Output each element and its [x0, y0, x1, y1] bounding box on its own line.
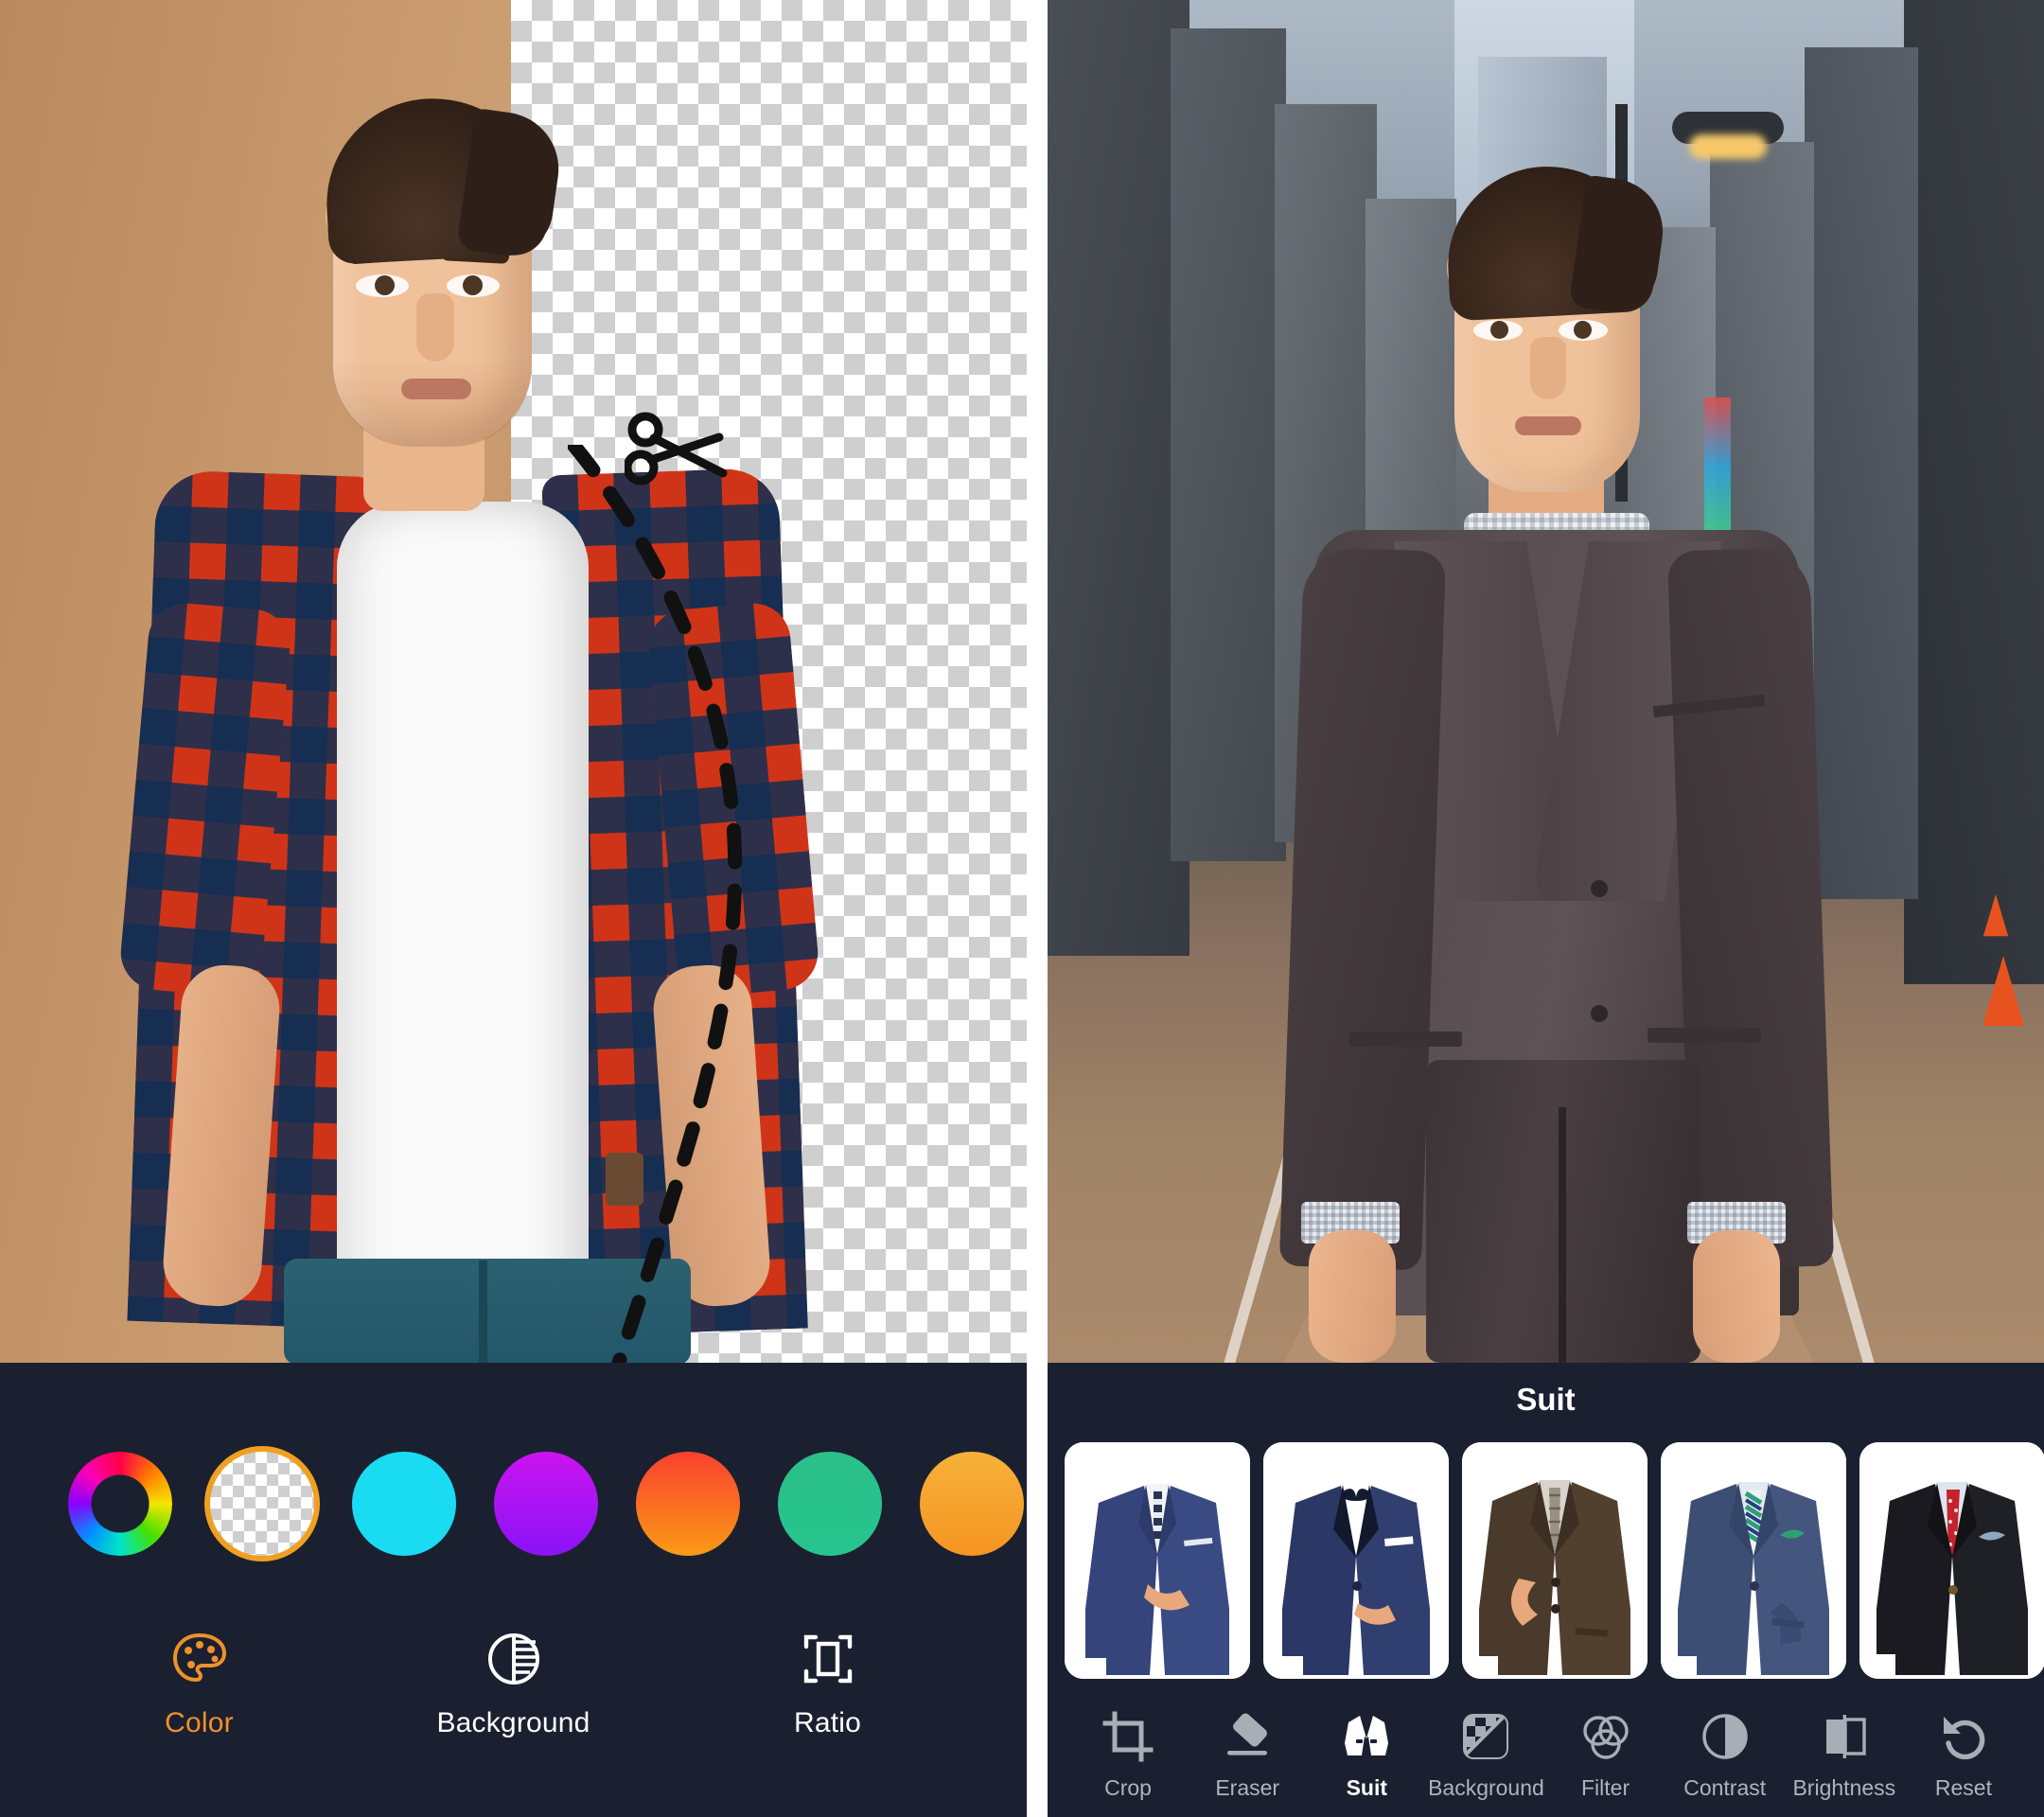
- traffic-cone-near: [1982, 956, 2024, 1026]
- tool-contrast[interactable]: Contrast: [1665, 1707, 1785, 1801]
- shirt-leather-tag: [606, 1153, 643, 1206]
- eraser-icon: [1222, 1707, 1273, 1766]
- tool-contrast-label: Contrast: [1683, 1775, 1767, 1800]
- nose-suited: [1530, 337, 1566, 399]
- three-circles-filter-icon: [1580, 1707, 1631, 1766]
- building-left-2: [1171, 28, 1286, 861]
- left-editor-panel: Color Background Ratio: [0, 0, 1027, 1817]
- white-tshirt: [337, 502, 589, 1334]
- ratio-frame-icon: [799, 1628, 857, 1690]
- hip-pocket-right: [1648, 1028, 1761, 1043]
- left-tool-row: Color Background Ratio: [0, 1628, 1027, 1739]
- pupil-right-suited: [1574, 321, 1592, 339]
- cyan-swatch[interactable]: [352, 1452, 456, 1556]
- tool-color[interactable]: Color: [115, 1628, 285, 1739]
- hand-right: [1693, 1230, 1780, 1363]
- building-right-2: [1805, 47, 1918, 899]
- jacket-sleeve-left: [1278, 546, 1447, 1271]
- trousers-seam: [1559, 1107, 1566, 1363]
- tool-reset-label: Reset: [1934, 1775, 1992, 1800]
- background-split-icon: [485, 1628, 543, 1690]
- tool-crop-label: Crop: [1104, 1775, 1152, 1800]
- tool-background-right-label: Background: [1428, 1775, 1544, 1800]
- palette-icon: [170, 1628, 229, 1690]
- suit-thumb-brown-plaid-tie[interactable]: [1462, 1442, 1648, 1679]
- suit-jacket-icon: [1341, 1707, 1392, 1766]
- suit-thumb-black-red-tie[interactable]: [1859, 1442, 2044, 1679]
- hand-left: [1309, 1230, 1396, 1363]
- left-photo-stage[interactable]: [0, 0, 1027, 1363]
- suit-thumbnail-carousel[interactable]: [1048, 1442, 2044, 1679]
- building-right-1: [1904, 0, 2044, 984]
- tool-background[interactable]: Background: [429, 1628, 599, 1739]
- tool-ratio-label: Ratio: [793, 1707, 862, 1738]
- right-photo-stage[interactable]: [1048, 0, 2044, 1363]
- jacket-button-top: [1591, 880, 1608, 897]
- tool-background-label: Background: [436, 1707, 590, 1738]
- right-control-bar: Suit Crop Eraser Suit Background Filter …: [1048, 1363, 2044, 1817]
- tool-brightness-label: Brightness: [1792, 1775, 1896, 1800]
- tool-eraser-label: Eraser: [1215, 1775, 1280, 1800]
- tool-eraser[interactable]: Eraser: [1188, 1707, 1307, 1801]
- pupil-left-suited: [1490, 321, 1508, 339]
- panel-divider: [1027, 0, 1048, 1817]
- right-editor-panel: Suit Crop Eraser Suit Background Filter …: [1048, 0, 2044, 1817]
- transparent-swatch[interactable]: [210, 1452, 314, 1556]
- crop-icon: [1102, 1707, 1154, 1766]
- jacket-button-bottom: [1591, 1005, 1608, 1022]
- amber-swatch[interactable]: [920, 1452, 1024, 1556]
- color-wheel-swatch[interactable]: [68, 1452, 172, 1556]
- pupil-left: [375, 275, 395, 295]
- tool-color-label: Color: [165, 1707, 234, 1738]
- tool-filter-label: Filter: [1581, 1775, 1630, 1800]
- tool-filter[interactable]: Filter: [1546, 1707, 1665, 1801]
- hip-pocket-left: [1348, 1032, 1462, 1047]
- lips-suited: [1515, 416, 1581, 435]
- nose: [416, 293, 454, 362]
- scissors-icon: [625, 412, 728, 485]
- pupil-right: [463, 275, 483, 295]
- purple-swatch[interactable]: [494, 1452, 598, 1556]
- tool-background-right[interactable]: Background: [1426, 1707, 1545, 1801]
- tool-reset[interactable]: Reset: [1904, 1707, 2023, 1801]
- blue-jeans: [284, 1259, 691, 1363]
- suit-thumb-navy-check-tie[interactable]: [1065, 1442, 1250, 1679]
- building-left-1: [1048, 0, 1189, 956]
- checkerboard-icon: [1460, 1707, 1511, 1766]
- street-lamp-glow: [1689, 134, 1767, 159]
- tool-brightness[interactable]: Brightness: [1785, 1707, 1904, 1801]
- brightness-split-square-icon: [1819, 1707, 1870, 1766]
- tool-suit-label: Suit: [1346, 1775, 1388, 1800]
- right-tool-row: Crop Eraser Suit Background Filter Contr…: [1048, 1707, 2044, 1801]
- tool-suit[interactable]: Suit: [1307, 1707, 1426, 1801]
- orange-swatch[interactable]: [636, 1452, 740, 1556]
- color-swatch-row: [0, 1452, 1027, 1556]
- contrast-half-circle-icon: [1700, 1707, 1751, 1766]
- traffic-cone-far: [1982, 893, 2009, 937]
- tool-crop[interactable]: Crop: [1068, 1707, 1188, 1801]
- tool-ratio[interactable]: Ratio: [743, 1628, 913, 1739]
- left-control-bar: Color Background Ratio: [0, 1363, 1027, 1817]
- green-swatch[interactable]: [778, 1452, 882, 1556]
- lips: [401, 379, 471, 399]
- suit-thumb-navy-tuxedo[interactable]: [1263, 1442, 1449, 1679]
- suit-thumb-blue-striped-tie[interactable]: [1661, 1442, 1846, 1679]
- panel-title: Suit: [1516, 1382, 1576, 1417]
- jeans-fly-seam: [479, 1261, 487, 1363]
- undo-arrow-icon: [1938, 1707, 1989, 1766]
